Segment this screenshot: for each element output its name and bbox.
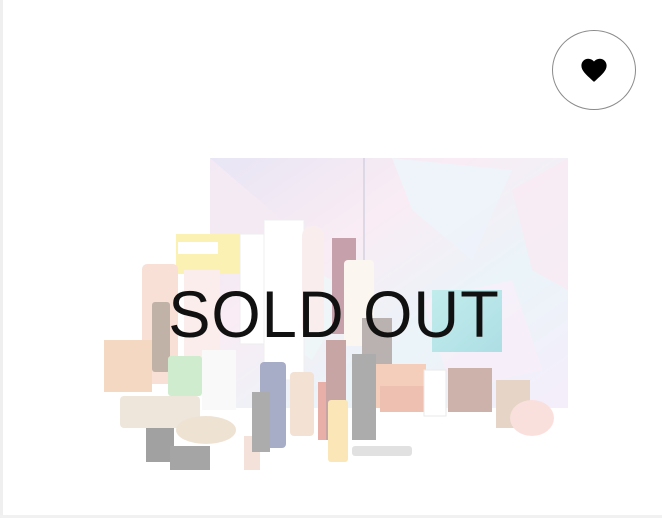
sold-out-overlay: SOLD OUT — [168, 277, 500, 351]
card-border-left — [0, 0, 3, 518]
product-card[interactable]: SOLD OUT — [0, 0, 662, 518]
favorite-button[interactable] — [552, 30, 636, 110]
heart-icon — [581, 58, 607, 82]
